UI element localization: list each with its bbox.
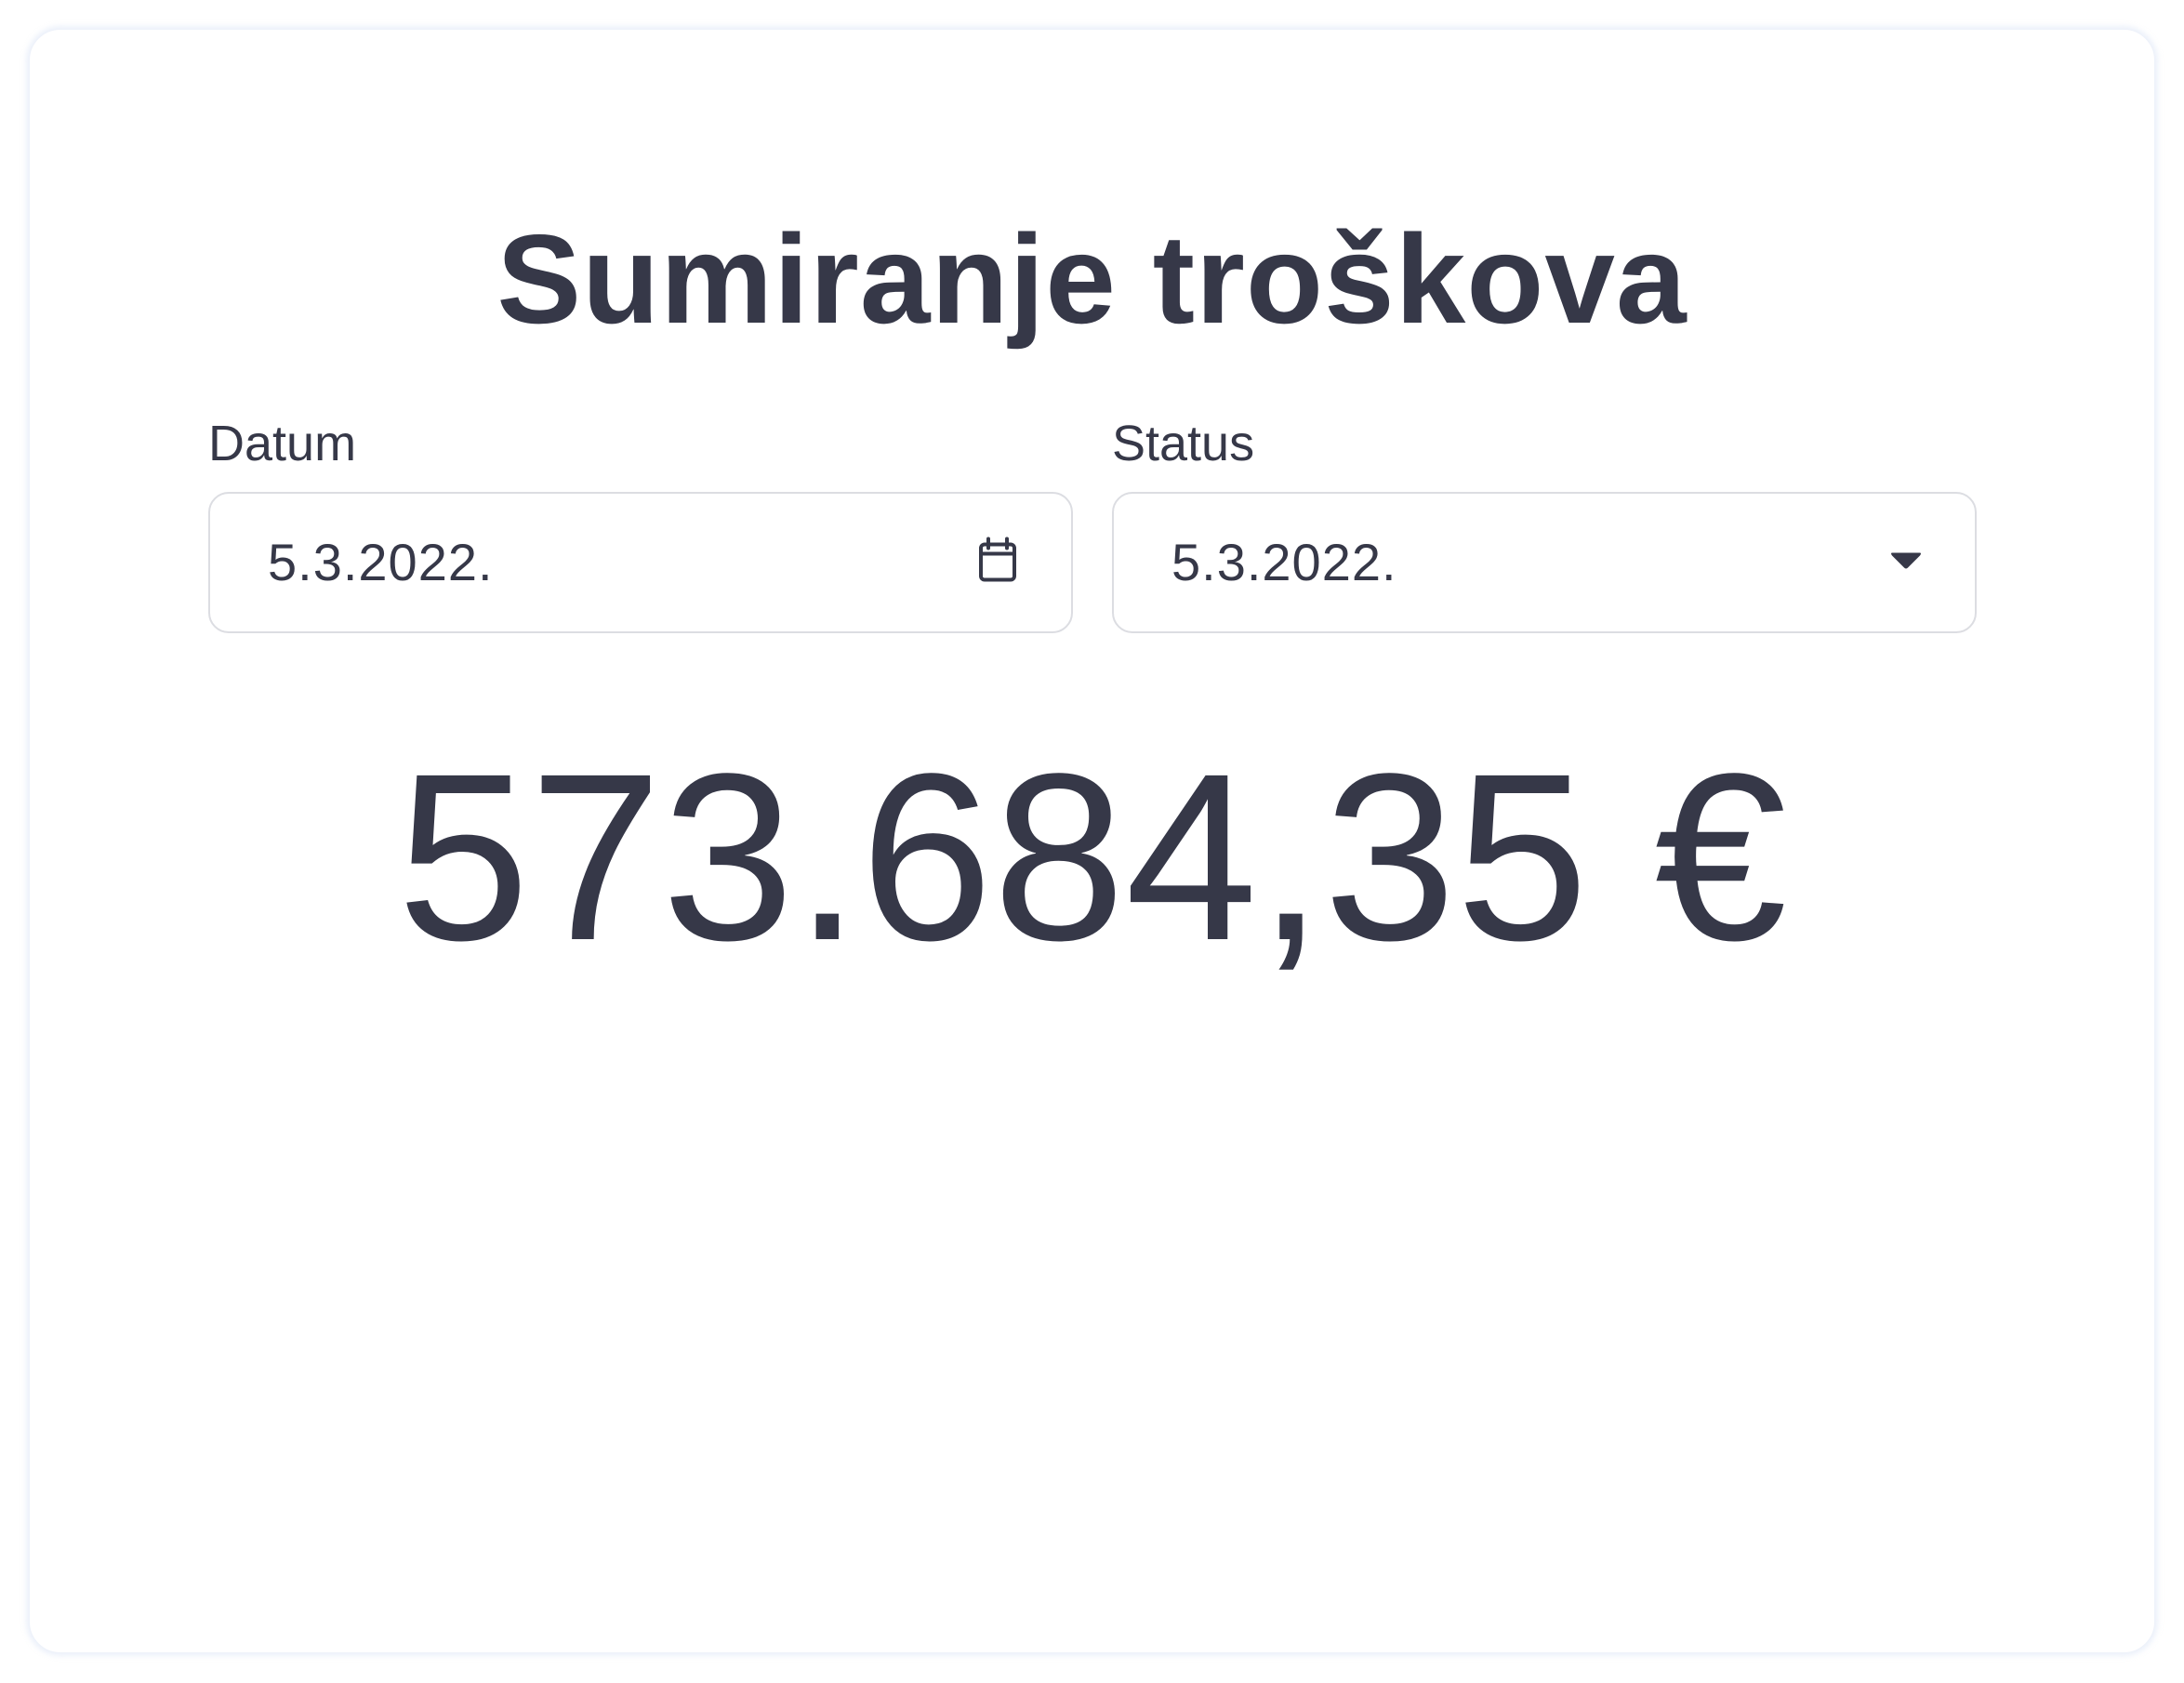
status-value: 5.3.2022. — [1171, 533, 1397, 591]
summary-card: Sumiranje troškova Datum 5.3.2022. Statu… — [29, 29, 2155, 1653]
caret-down-icon[interactable] — [1889, 550, 1923, 576]
page-title: Sumiranje troškova — [496, 208, 1688, 350]
status-label: Status — [1112, 416, 1255, 471]
calendar-icon[interactable] — [978, 537, 1017, 589]
date-label: Datum — [208, 416, 357, 471]
status-select[interactable]: 5.3.2022. — [1112, 492, 1977, 633]
date-value: 5.3.2022. — [268, 533, 494, 591]
date-picker[interactable]: 5.3.2022. — [208, 492, 1073, 633]
total-amount: 573.684,35 € — [397, 724, 1787, 990]
